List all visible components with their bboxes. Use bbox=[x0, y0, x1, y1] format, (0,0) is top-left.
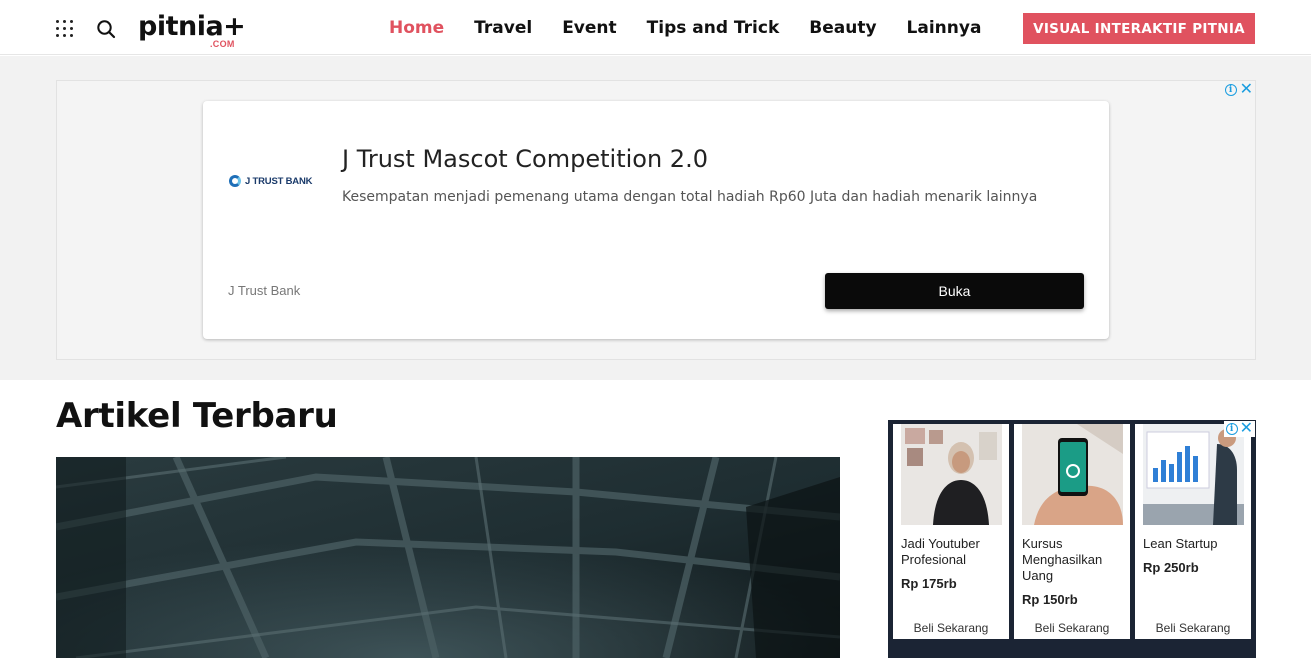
nav-lainnya[interactable]: Lainnya bbox=[907, 17, 982, 39]
top-ad-slot: i ✕ J TRUST BANK J Trust Mascot Competit… bbox=[56, 80, 1256, 360]
featured-article-image[interactable] bbox=[56, 457, 840, 658]
product-image-phone bbox=[1022, 424, 1123, 525]
section-title: Artikel Terbaru bbox=[56, 396, 338, 436]
jtrust-logo-text: J TRUST BANK bbox=[245, 175, 313, 187]
site-logo[interactable]: pitnia+ .COM bbox=[138, 10, 246, 50]
buy-now-link[interactable]: Beli Sekarang bbox=[1135, 621, 1251, 635]
product-price: Rp 150rb bbox=[1022, 592, 1078, 607]
ad-card[interactable]: J TRUST BANK J Trust Mascot Competition … bbox=[203, 101, 1109, 339]
product-card[interactable]: Lean Startup Rp 250rb Beli Sekarang bbox=[1135, 424, 1251, 639]
search-icon[interactable] bbox=[96, 19, 116, 39]
main-nav: Home Travel Event Tips and Trick Beauty … bbox=[389, 17, 1011, 39]
ad-description: Kesempatan menjadi pemenang utama dengan… bbox=[342, 189, 1038, 205]
nav-beauty[interactable]: Beauty bbox=[809, 17, 876, 39]
nav-travel[interactable]: Travel bbox=[474, 17, 532, 39]
buy-now-link[interactable]: Beli Sekarang bbox=[893, 621, 1009, 635]
nav-tips-and-trick[interactable]: Tips and Trick bbox=[647, 17, 780, 39]
logo-domain: .COM bbox=[210, 39, 235, 49]
visual-interaktif-button[interactable]: VISUAL INTERAKTIF PITNIA bbox=[1023, 13, 1255, 44]
side-ad-close-icon[interactable]: ✕ bbox=[1240, 421, 1253, 437]
ad-title[interactable]: J Trust Mascot Competition 2.0 bbox=[342, 145, 708, 173]
ad-close-icon[interactable]: ✕ bbox=[1240, 82, 1253, 98]
side-ad-choices: i ✕ bbox=[1223, 421, 1255, 437]
buy-now-link[interactable]: Beli Sekarang bbox=[1014, 621, 1130, 635]
product-name: Lean Startup bbox=[1143, 536, 1218, 551]
product-name: Kursus Menghasilkan Uang bbox=[1022, 536, 1103, 583]
jtrust-logo: J TRUST BANK bbox=[229, 175, 312, 187]
side-ad-info-icon[interactable]: i bbox=[1225, 423, 1238, 435]
ad-info-icon[interactable]: i bbox=[1224, 84, 1237, 96]
ad-choices: i ✕ bbox=[1224, 82, 1253, 98]
product-card[interactable]: Jadi Youtuber Profesional Rp 175rb Beli … bbox=[893, 424, 1009, 639]
apps-grid-icon[interactable] bbox=[56, 20, 74, 38]
product-price: Rp 250rb bbox=[1143, 560, 1199, 575]
product-card[interactable]: Kursus Menghasilkan Uang Rp 150rb Beli S… bbox=[1014, 424, 1130, 639]
ad-advertiser: J Trust Bank bbox=[228, 283, 301, 298]
nav-home[interactable]: Home bbox=[389, 17, 444, 39]
ad-open-button[interactable]: Buka bbox=[825, 273, 1084, 309]
product-image-youtuber bbox=[901, 424, 1002, 525]
jtrust-logo-icon bbox=[229, 175, 241, 187]
site-header: pitnia+ .COM Home Travel Event Tips and … bbox=[0, 0, 1311, 55]
side-ad: Jadi Youtuber Profesional Rp 175rb Beli … bbox=[888, 420, 1256, 658]
ceiling-photo bbox=[56, 457, 840, 658]
product-image-charts bbox=[1143, 424, 1244, 525]
product-name: Jadi Youtuber Profesional bbox=[901, 536, 980, 567]
top-ad-band: i ✕ J TRUST BANK J Trust Mascot Competit… bbox=[0, 56, 1311, 380]
nav-event[interactable]: Event bbox=[562, 17, 616, 39]
product-price: Rp 175rb bbox=[901, 576, 957, 591]
